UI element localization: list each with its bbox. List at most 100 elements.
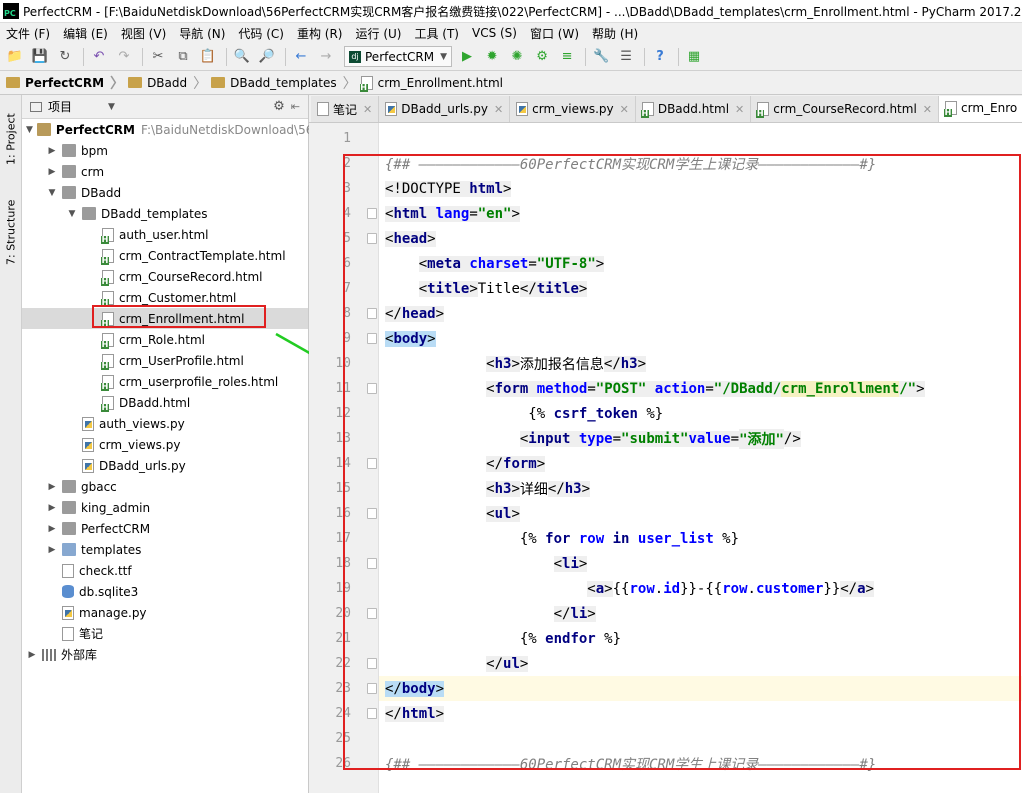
- menu-item[interactable]: 运行 (U): [350, 25, 409, 42]
- forward-icon[interactable]: →: [315, 46, 337, 68]
- structure-icon[interactable]: ☰: [615, 46, 637, 68]
- tree-item[interactable]: ▶ crm: [22, 161, 308, 182]
- redo-icon[interactable]: ↷: [113, 46, 135, 68]
- concurrency-icon[interactable]: ≡: [556, 46, 578, 68]
- tree-item[interactable]: crm_Enrollment.html: [22, 308, 308, 329]
- menu-item[interactable]: 视图 (V): [115, 25, 173, 42]
- fold-marker-icon[interactable]: [367, 333, 377, 344]
- fold-marker-icon[interactable]: [367, 558, 377, 569]
- close-icon[interactable]: ✕: [735, 103, 744, 116]
- chevron-right-icon[interactable]: ▶: [46, 545, 58, 555]
- menu-item[interactable]: 文件 (F): [0, 25, 57, 42]
- fold-marker-icon[interactable]: [367, 658, 377, 669]
- breadcrumb-item[interactable]: DBadd_templates 〉: [211, 73, 357, 93]
- chevron-right-icon[interactable]: ▶: [26, 650, 38, 660]
- back-icon[interactable]: ←: [290, 46, 312, 68]
- close-icon[interactable]: ✕: [494, 103, 503, 116]
- tree-item[interactable]: 笔记: [22, 623, 308, 644]
- menu-item[interactable]: 帮助 (H): [586, 25, 645, 42]
- breadcrumb-item[interactable]: DBadd 〉: [128, 73, 207, 93]
- sync-icon[interactable]: ↻: [54, 46, 76, 68]
- fold-marker-icon[interactable]: [367, 458, 377, 469]
- tree-item[interactable]: auth_user.html: [22, 224, 308, 245]
- hide-panel-icon[interactable]: ⇤: [291, 100, 300, 113]
- menu-item[interactable]: 编辑 (E): [57, 25, 115, 42]
- tree-item[interactable]: ▶ templates: [22, 539, 308, 560]
- fold-marker-icon[interactable]: [367, 383, 377, 394]
- menu-item[interactable]: 代码 (C): [232, 25, 291, 42]
- code-view[interactable]: 1 2 {## ————————————60PerfectCRM实现CRM学生上课记…: [335, 123, 1022, 793]
- tree-item[interactable]: manage.py: [22, 602, 308, 623]
- paste-icon[interactable]: 📋: [197, 46, 219, 68]
- tree-item[interactable]: check.ttf: [22, 560, 308, 581]
- fold-marker-icon[interactable]: [367, 608, 377, 619]
- undo-icon[interactable]: ↶: [88, 46, 110, 68]
- tree-item[interactable]: ▼ DBadd: [22, 182, 308, 203]
- chevron-down-icon[interactable]: ▼: [66, 209, 78, 219]
- menu-item[interactable]: 导航 (N): [173, 25, 232, 42]
- breadcrumb-item[interactable]: crm_Enrollment.html: [359, 75, 503, 92]
- tree-item[interactable]: ▶ king_admin: [22, 497, 308, 518]
- plugin-icon[interactable]: ▦: [683, 46, 705, 68]
- coverage-icon[interactable]: ✺: [506, 46, 528, 68]
- chevron-down-icon[interactable]: ▼: [46, 188, 58, 198]
- profile-icon[interactable]: ⚙: [531, 46, 553, 68]
- chevron-down-icon[interactable]: ▼: [26, 125, 33, 135]
- run-icon[interactable]: ▶: [456, 46, 478, 68]
- tree-item[interactable]: ▶ gbacc: [22, 476, 308, 497]
- tree-item[interactable]: crm_CourseRecord.html: [22, 266, 308, 287]
- chevron-right-icon[interactable]: ▶: [46, 524, 58, 534]
- tree-item[interactable]: ▼ DBadd_templates: [22, 203, 308, 224]
- tree-item[interactable]: ▶ PerfectCRM: [22, 518, 308, 539]
- tree-item[interactable]: crm_UserProfile.html: [22, 350, 308, 371]
- fold-marker-icon[interactable]: [367, 683, 377, 694]
- structure-tool-tab[interactable]: 7: Structure: [2, 187, 20, 277]
- run-config-selector[interactable]: dj PerfectCRM ▼: [344, 46, 453, 67]
- tree-item[interactable]: crm_Customer.html: [22, 287, 308, 308]
- tree-item[interactable]: crm_views.py: [22, 434, 308, 455]
- tree-item[interactable]: crm_userprofile_roles.html: [22, 371, 308, 392]
- tree-item[interactable]: crm_ContractTemplate.html: [22, 245, 308, 266]
- tree-item[interactable]: crm_Role.html: [22, 329, 308, 350]
- fold-marker-icon[interactable]: [367, 308, 377, 319]
- chevron-right-icon[interactable]: ▶: [46, 167, 58, 177]
- menu-item[interactable]: VCS (S): [466, 26, 524, 40]
- gear-icon[interactable]: ⚙: [273, 99, 285, 114]
- editor-tab[interactable]: 笔记 ✕: [311, 96, 380, 122]
- project-tool-tab[interactable]: 1: Project: [2, 99, 20, 179]
- menu-item[interactable]: 工具 (T): [408, 25, 466, 42]
- chevron-right-icon[interactable]: ▶: [46, 503, 58, 513]
- project-panel-title[interactable]: 项目: [48, 98, 72, 115]
- save-icon[interactable]: 💾: [29, 46, 51, 68]
- cut-icon[interactable]: ✂: [147, 46, 169, 68]
- chevron-down-icon[interactable]: ▼: [108, 102, 115, 112]
- chevron-right-icon[interactable]: ▶: [46, 482, 58, 492]
- replace-icon[interactable]: 🔎: [256, 46, 278, 68]
- tree-item[interactable]: db.sqlite3: [22, 581, 308, 602]
- fold-marker-icon[interactable]: [367, 233, 377, 244]
- editor-tab[interactable]: crm_Enro: [939, 96, 1022, 122]
- tree-item[interactable]: DBadd.html: [22, 392, 308, 413]
- tree-item[interactable]: auth_views.py: [22, 413, 308, 434]
- editor-tab[interactable]: crm_views.py ✕: [510, 96, 636, 122]
- settings-wrench-icon[interactable]: 🔧: [590, 46, 612, 68]
- open-icon[interactable]: 📁: [4, 46, 26, 68]
- help-icon[interactable]: ?: [649, 46, 671, 68]
- fold-marker-icon[interactable]: [367, 708, 377, 719]
- fold-marker-icon[interactable]: [367, 208, 377, 219]
- tree-item[interactable]: ▶ 外部库: [22, 644, 308, 665]
- copy-icon[interactable]: ⧉: [172, 46, 194, 68]
- editor-tab[interactable]: DBadd.html ✕: [635, 96, 752, 122]
- close-icon[interactable]: ✕: [363, 103, 372, 116]
- menu-item[interactable]: 重构 (R): [291, 25, 350, 42]
- fold-marker-icon[interactable]: [367, 508, 377, 519]
- tree-item[interactable]: ▼ PerfectCRM F:\BaiduNetdiskDownload\56: [22, 119, 313, 140]
- debug-icon[interactable]: ✹: [481, 46, 503, 68]
- tree-item[interactable]: ▶ bpm: [22, 140, 308, 161]
- close-icon[interactable]: ✕: [923, 103, 932, 116]
- chevron-right-icon[interactable]: ▶: [46, 146, 58, 156]
- close-icon[interactable]: ✕: [620, 103, 629, 116]
- find-icon[interactable]: 🔍: [231, 46, 253, 68]
- menu-item[interactable]: 窗口 (W): [524, 25, 586, 42]
- breadcrumb-item[interactable]: PerfectCRM 〉: [6, 73, 124, 93]
